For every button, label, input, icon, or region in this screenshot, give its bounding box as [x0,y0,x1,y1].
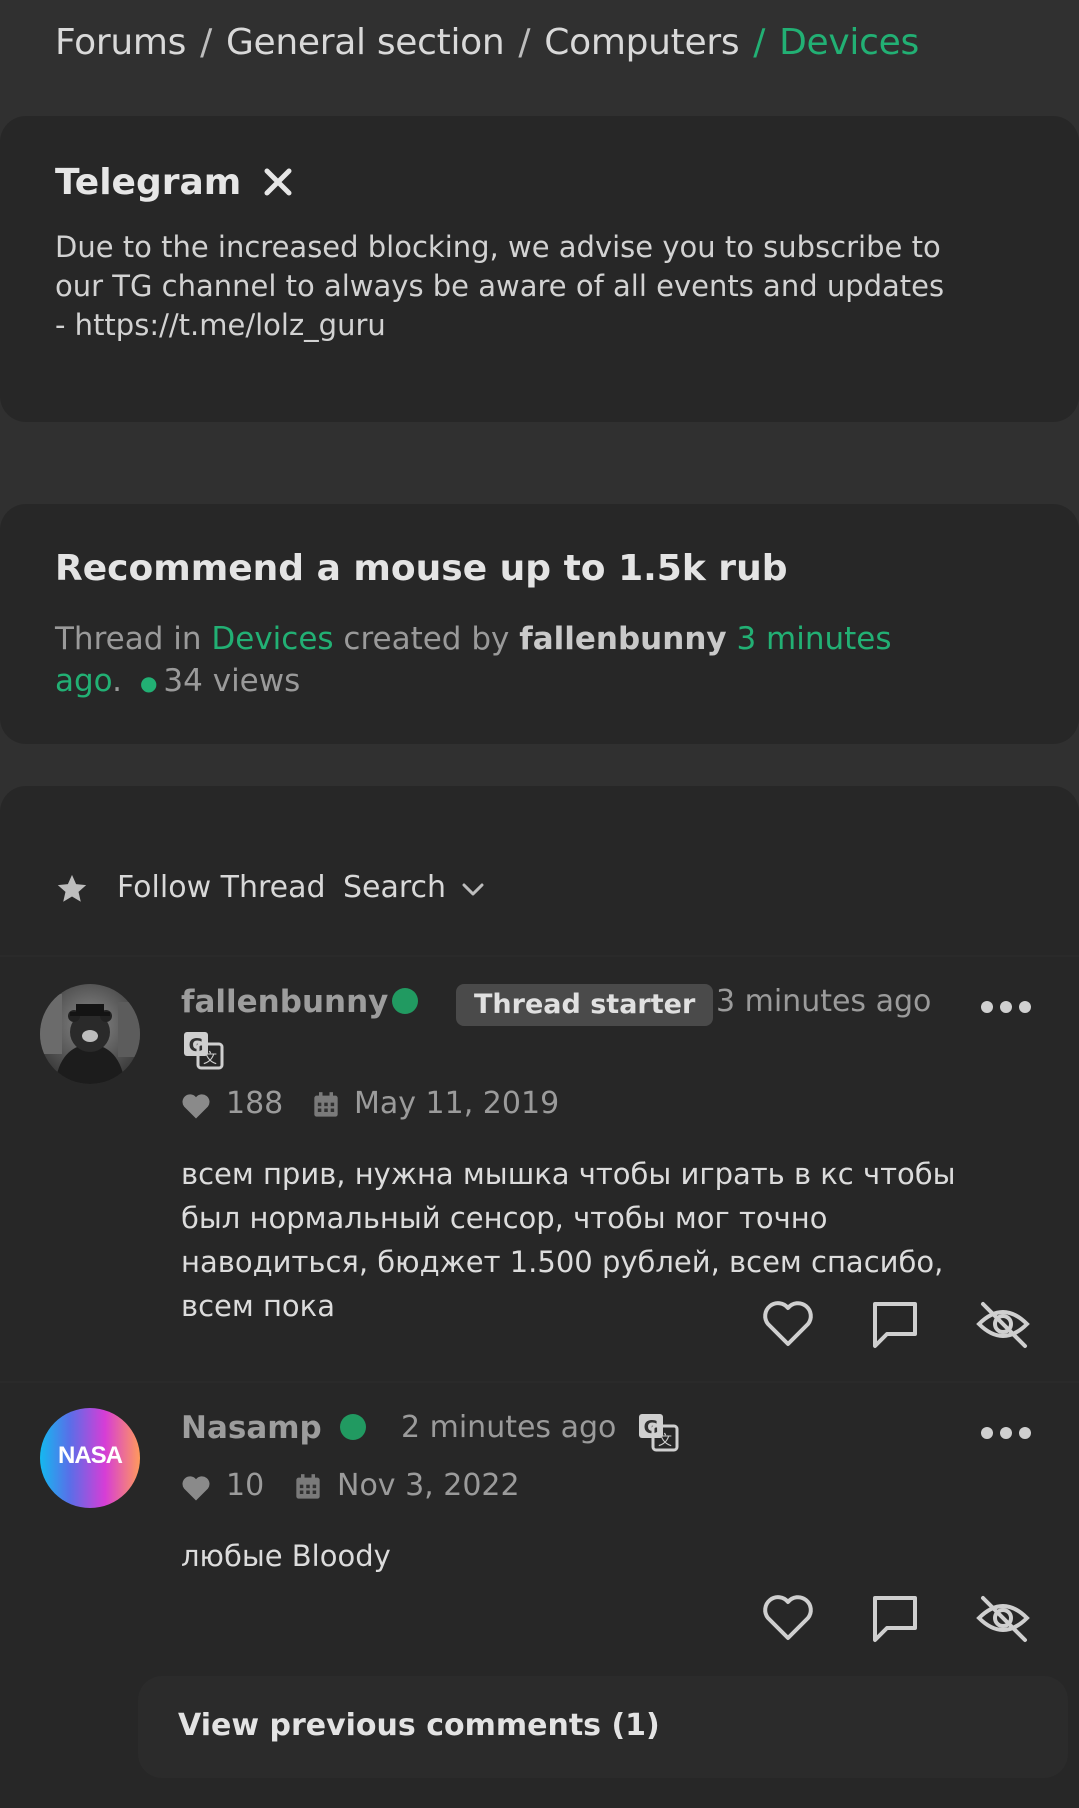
post-time: 2 minutes ago [401,1410,617,1445]
chevron-down-icon[interactable] [460,880,486,900]
thread-author-link[interactable]: fallenbunny [519,621,726,657]
breadcrumb-forums[interactable]: Forums [55,22,186,63]
breadcrumb-separator: / [200,22,212,63]
avatar[interactable] [40,984,140,1084]
post-username[interactable]: fallenbunny [181,984,388,1020]
thread-forum-link[interactable]: Devices [211,621,333,657]
translate-icon[interactable]: G 文 [637,1412,679,1452]
notice-title: Telegram [55,162,242,203]
breadcrumb-separator: / [753,22,766,63]
calendar-icon [296,1474,320,1499]
search-button[interactable]: Search [343,870,446,905]
svg-text:文: 文 [203,1051,217,1067]
hide-icon[interactable] [975,1296,1031,1352]
hide-icon[interactable] [975,1590,1031,1646]
close-icon[interactable] [262,166,294,198]
comment-icon[interactable] [867,1296,923,1352]
breadcrumb-general-section[interactable]: General section [226,22,505,63]
thread-meta-prefix: Thread in [55,621,202,657]
meta-dot: ● [139,670,158,695]
heart-icon [182,1476,210,1501]
view-previous-comments-button[interactable]: View previous comments (1) [138,1676,1068,1778]
thread-meta-created: created by [343,621,510,657]
divider [0,1381,1079,1383]
like-icon[interactable] [760,1296,816,1352]
notice-text: Due to the increased blocking, we advise… [55,230,945,342]
likes-count: 188 [226,1086,284,1121]
comment-icon[interactable] [867,1590,923,1646]
post-time: 3 minutes ago [716,984,932,1019]
likes-count: 10 [226,1468,265,1503]
divider [0,955,1079,957]
avatar-text: NASA [57,1442,123,1469]
thread-meta: Thread in Devices created by fallenbunny… [55,618,1015,704]
breadcrumb-devices[interactable]: Devices [779,22,919,63]
avatar[interactable]: NASA [40,1408,140,1508]
breadcrumb-separator: / [518,22,531,63]
join-date: May 11, 2019 [354,1086,560,1121]
view-previous-comments-label: View previous comments (1) [178,1708,660,1743]
online-status-dot [392,988,418,1014]
translate-icon[interactable]: G 文 [182,1030,224,1070]
like-icon[interactable] [760,1590,816,1646]
more-options-icon[interactable] [980,1426,1032,1440]
thread-starter-badge: Thread starter [456,984,714,1026]
more-options-icon[interactable] [980,1000,1032,1014]
thread-meta-period: . [112,663,122,699]
breadcrumb-computers[interactable]: Computers [544,22,739,63]
follow-thread-button[interactable]: Follow Thread [117,870,326,905]
online-status-dot [340,1414,366,1440]
svg-text:文: 文 [658,1433,672,1449]
star-icon[interactable] [55,872,89,906]
heart-icon [182,1094,210,1119]
thread-title: Recommend a mouse up to 1.5k rub [55,548,788,589]
breadcrumb: Forums / General section / Computers / Devices [55,22,919,63]
join-date: Nov 3, 2022 [337,1468,520,1503]
post-username[interactable]: Nasamp [181,1410,322,1446]
thread-views: 34 views [163,663,301,699]
post-text: любые Bloody [181,1539,391,1573]
calendar-icon [314,1092,338,1117]
